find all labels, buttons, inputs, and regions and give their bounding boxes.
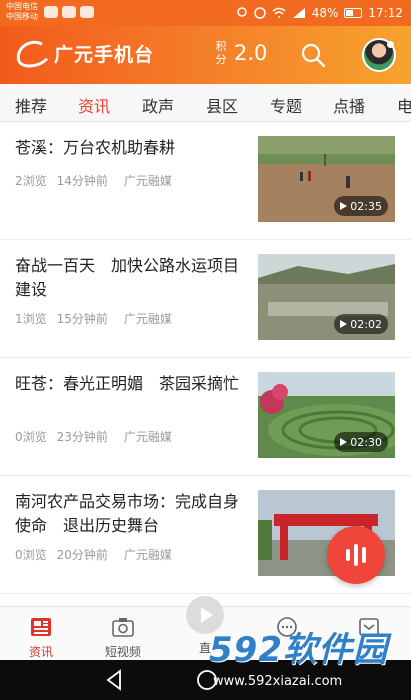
audio-bar — [354, 544, 358, 566]
news-time: 14分钟前 — [56, 174, 108, 188]
play-icon — [201, 607, 213, 623]
status-bar: 中国电信 中国移动 48% 17:12 — [0, 0, 411, 26]
battery-icon — [344, 8, 363, 18]
news-item[interactable]: 苍溪：万台农机助春耕 2浏览 14分钟前 广元融媒 02:35 — [0, 122, 411, 240]
news-source: 广元融媒 — [123, 430, 172, 444]
play-icon — [340, 320, 348, 328]
news-meta: 0浏览 20分钟前 广元融媒 — [15, 546, 172, 563]
news-source: 广元融媒 — [123, 174, 172, 188]
alarm-icon — [253, 7, 266, 19]
tab-topics[interactable]: 专题 — [270, 93, 302, 117]
news-source: 广元融媒 — [123, 548, 172, 562]
search-icon[interactable] — [300, 42, 326, 68]
news-item[interactable]: 旺苍：春光正明媚 茶园采摘忙 0浏览 23分钟前 广元融媒 02:30 — [0, 358, 411, 476]
news-views: 1浏览 — [15, 312, 47, 326]
carrier-1: 中国电信 — [6, 2, 38, 11]
tab-more[interactable]: 电 — [397, 93, 411, 117]
audio-bar — [346, 549, 350, 561]
tab-politics[interactable]: 政声 — [142, 93, 174, 117]
status-right: 48% 17:12 — [236, 6, 403, 20]
carrier-info: 中国电信 中国移动 — [6, 2, 38, 22]
news-item[interactable]: 奋战一百天 加快公路水运项目建设 1浏览 15分钟前 广元融媒 02:02 — [0, 240, 411, 358]
news-source: 广元融媒 — [123, 312, 172, 326]
watermark: 592软件园 www.592xiazai.com — [205, 622, 411, 700]
app-name: 广元手机台 — [54, 44, 155, 66]
watermark-text: 592软件园 — [209, 630, 388, 670]
news-title: 苍溪：万台农机助春耕 — [15, 138, 176, 157]
avatar[interactable] — [362, 38, 396, 72]
play-icon — [340, 438, 348, 446]
duration-text: 02:35 — [350, 199, 382, 213]
news-time: 23分钟前 — [56, 430, 108, 444]
nav-news-label: 资讯 — [28, 645, 53, 659]
nav-short-video-label: 短视频 — [104, 645, 141, 659]
video-duration: 02:02 — [334, 314, 388, 334]
news-title: 奋战一百天 加快公路水运项目建设 — [15, 256, 240, 299]
news-views: 0浏览 — [15, 430, 47, 444]
flag-icon — [80, 6, 94, 18]
tab-news[interactable]: 资讯 — [78, 93, 110, 117]
avatar-badge — [387, 41, 394, 48]
news-meta: 1浏览 15分钟前 广元融媒 — [15, 310, 172, 327]
duration-text: 02:02 — [350, 317, 382, 331]
tab-vod[interactable]: 点播 — [333, 93, 365, 117]
app-notification-icon — [62, 6, 76, 18]
audio-bar — [362, 547, 366, 563]
app-header: 广元手机台 积分 2.0 — [0, 26, 411, 84]
news-meta: 0浏览 23分钟前 广元融媒 — [15, 428, 172, 445]
news-views: 0浏览 — [15, 548, 47, 562]
signal-icon — [292, 8, 305, 18]
location-icon — [236, 7, 247, 17]
news-title: 南河农产品交易市场：完成自身使命 退出历史舞台 — [15, 492, 240, 535]
nav-news[interactable]: 资讯 — [0, 607, 82, 661]
news-title: 旺苍：春光正明媚 茶园采摘忙 — [15, 374, 240, 393]
play-icon — [340, 202, 348, 210]
tab-county[interactable]: 县区 — [206, 93, 238, 117]
points-label: 积分 — [215, 40, 227, 66]
watermark-url: www.592xiazai.com — [213, 674, 343, 689]
wifi-icon — [272, 7, 286, 18]
video-thumbnail[interactable]: 02:02 — [258, 254, 395, 340]
audio-play-button[interactable] — [327, 526, 385, 584]
duration-text: 02:30 — [350, 435, 382, 449]
news-icon — [31, 618, 51, 636]
news-time: 20分钟前 — [56, 548, 108, 562]
news-time: 15分钟前 — [56, 312, 108, 326]
video-thumbnail[interactable]: 02:35 — [258, 136, 395, 222]
video-duration: 02:30 — [334, 432, 388, 452]
points-value: 2.0 — [234, 41, 268, 65]
category-tabs: 推荐 资讯 政声 县区 专题 点播 电 — [0, 84, 411, 122]
video-duration: 02:35 — [334, 196, 388, 216]
app-logo[interactable]: 广元手机台 — [13, 36, 155, 71]
points-display[interactable]: 积分 2.0 — [214, 40, 268, 66]
camera-icon — [112, 618, 134, 637]
nav-short-video[interactable]: 短视频 — [82, 607, 164, 661]
notification-icons — [44, 6, 94, 18]
back-icon[interactable] — [104, 669, 124, 691]
tab-recommend[interactable]: 推荐 — [15, 93, 47, 117]
heart-icon — [44, 6, 58, 18]
clock: 17:12 — [368, 6, 403, 20]
video-thumbnail[interactable]: 02:30 — [258, 372, 395, 458]
news-views: 2浏览 — [15, 174, 47, 188]
carrier-2: 中国移动 — [6, 12, 38, 21]
news-meta: 2浏览 14分钟前 广元融媒 — [15, 172, 172, 189]
logo-mark-icon — [13, 36, 53, 71]
battery-percent: 48% — [311, 6, 339, 20]
